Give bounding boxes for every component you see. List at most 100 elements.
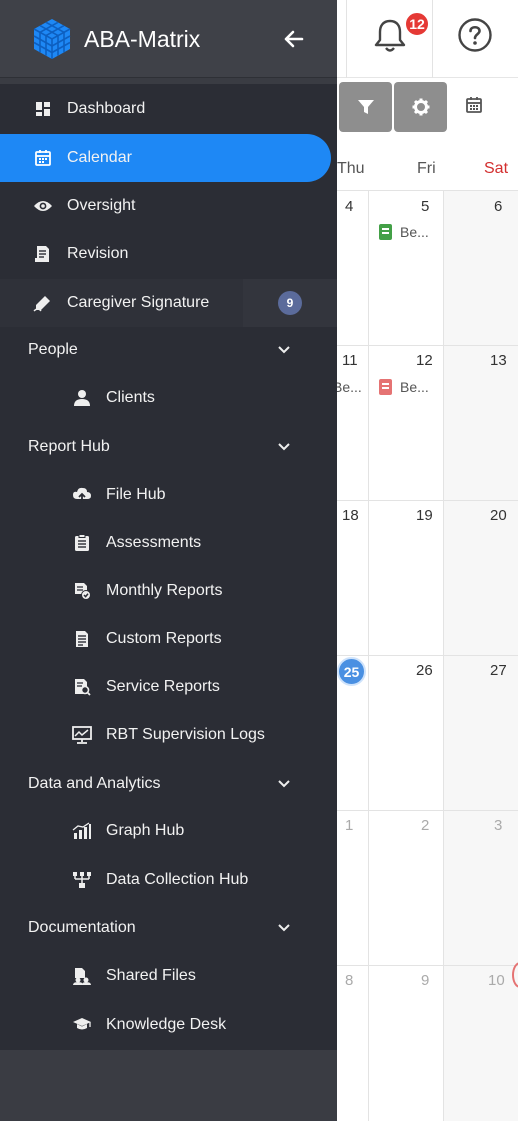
sidebar-item-label: Dashboard <box>67 100 146 117</box>
sidebar-item-service-reports[interactable]: Service Reports <box>0 663 337 711</box>
sidebar-item-label: Calendar <box>67 149 132 166</box>
day-cell-number[interactable]: 6 <box>494 198 502 215</box>
sidebar-item-label: Shared Files <box>106 967 196 984</box>
sidebar-item-data-collection-hub[interactable]: Data Collection Hub <box>0 856 337 904</box>
event-title: Be... <box>333 379 362 395</box>
sidebar-item-rbt-supervision-logs[interactable]: RBT Supervision Logs <box>0 711 337 759</box>
calendar-event[interactable]: Be... <box>333 379 362 395</box>
sidebar-item-custom-reports[interactable]: Custom Reports <box>0 615 337 663</box>
document-edit-icon <box>33 244 53 264</box>
day-cell-number[interactable]: 3 <box>494 817 502 834</box>
sidebar-item-label: Monthly Reports <box>106 582 223 599</box>
app-title: ABA-Matrix <box>84 26 201 52</box>
chevron-down-icon <box>278 443 290 451</box>
sidebar-item-graph-hub[interactable]: Graph Hub <box>0 807 337 855</box>
today-marker[interactable]: 25 <box>337 657 366 686</box>
calendar-event[interactable]: Be... <box>379 379 429 395</box>
sidebar-item-label: RBT Supervision Logs <box>106 726 265 743</box>
grid-line <box>337 810 518 811</box>
chevron-down-icon <box>278 924 290 932</box>
chevron-down-icon <box>278 346 290 354</box>
group-label: Documentation <box>28 919 136 936</box>
day-cell-number[interactable]: 20 <box>490 507 507 524</box>
day-cell-number[interactable]: 9 <box>421 972 429 989</box>
sidebar-group-documentation[interactable]: Documentation <box>0 904 337 952</box>
event-title: Be... <box>400 379 429 395</box>
divider <box>346 0 347 78</box>
calendar-icon <box>33 148 53 168</box>
sidebar-item-label: Clients <box>106 389 155 406</box>
day-cell-number[interactable]: 18 <box>342 507 359 524</box>
divider <box>432 0 433 78</box>
document-icon <box>72 629 92 649</box>
report-search-icon <box>72 677 92 697</box>
collapse-sidebar-arrow-icon[interactable] <box>281 27 305 51</box>
weekday-thu: Thu <box>337 160 365 177</box>
event-icon <box>379 224 392 240</box>
day-cell-number[interactable]: 11 <box>342 352 358 369</box>
count-badge: 9 <box>278 291 302 315</box>
grid-line <box>337 655 518 656</box>
weekday-fri: Fri <box>417 160 436 177</box>
settings-button[interactable] <box>394 82 447 132</box>
event-icon <box>379 379 392 395</box>
day-cell-number[interactable]: 1 <box>345 817 353 834</box>
day-cell-number[interactable]: 10 <box>488 972 505 989</box>
sidebar-item-calendar[interactable]: Calendar <box>0 134 331 182</box>
calendar-toolbar <box>337 80 518 136</box>
day-cell-number[interactable]: 26 <box>416 662 433 679</box>
help-icon[interactable] <box>457 17 493 53</box>
person-icon <box>72 388 92 408</box>
sidebar-item-file-hub[interactable]: File Hub <box>0 471 337 519</box>
sidebar-item-label: Service Reports <box>106 678 220 695</box>
sidebar-item-label: Data Collection Hub <box>106 871 249 888</box>
calendar-event[interactable]: Be... <box>379 224 429 240</box>
weekday-sat: Sat <box>484 160 509 177</box>
sidebar-item-shared-files[interactable]: Shared Files <box>0 952 337 1000</box>
day-cell-number[interactable]: 5 <box>421 198 429 215</box>
sidebar-item-knowledge-desk[interactable]: Knowledge Desk <box>0 1001 337 1049</box>
sidebar-item-caregiver-signature[interactable]: Caregiver Signature 9 <box>0 279 337 327</box>
notification-badge: 12 <box>404 11 430 37</box>
clipboard-icon <box>72 533 92 553</box>
sidebar-item-label: Caregiver Signature <box>67 294 210 311</box>
sidebar-item-revision[interactable]: Revision <box>0 230 337 278</box>
grid-line <box>337 345 518 346</box>
group-label: People <box>28 341 78 358</box>
shared-files-icon <box>72 966 92 986</box>
sidebar-group-data-and-analytics[interactable]: Data and Analytics <box>0 760 337 808</box>
sidebar-item-dashboard[interactable]: Dashboard <box>0 85 337 133</box>
filter-icon <box>357 100 374 114</box>
sidebar-item-label: Oversight <box>67 197 136 214</box>
day-cell-number[interactable]: 12 <box>416 352 433 369</box>
calendar-view-icon[interactable] <box>465 96 483 114</box>
sidebar-item-label: Graph Hub <box>106 822 185 839</box>
day-cell-number[interactable]: 8 <box>345 972 353 989</box>
group-label: Data and Analytics <box>28 775 161 792</box>
sidebar-item-clients[interactable]: Clients <box>0 374 337 422</box>
sidebar-group-people[interactable]: People <box>0 326 337 374</box>
filter-button[interactable] <box>339 82 392 132</box>
day-cell-number[interactable]: 2 <box>421 817 429 834</box>
day-cell-number[interactable]: 4 <box>345 198 353 215</box>
sidebar: ABA-Matrix Dashboard Calendar Oversight … <box>0 0 337 1121</box>
monitor-chart-icon <box>72 725 92 745</box>
gear-icon <box>412 98 429 116</box>
graduation-cap-icon <box>72 1015 92 1035</box>
network-icon <box>72 870 92 890</box>
sidebar-item-label: Revision <box>67 245 129 262</box>
dashboard-icon <box>33 99 53 119</box>
sidebar-item-assessments[interactable]: Assessments <box>0 519 337 567</box>
day-cell-number[interactable]: 13 <box>490 352 507 369</box>
day-cell-number[interactable]: 27 <box>490 662 507 679</box>
group-label: Report Hub <box>28 438 110 455</box>
bar-chart-icon <box>72 821 92 841</box>
sidebar-item-label: Knowledge Desk <box>106 1016 227 1033</box>
report-check-icon <box>72 581 92 601</box>
sidebar-item-oversight[interactable]: Oversight <box>0 182 337 230</box>
chevron-down-icon <box>278 780 290 788</box>
sidebar-group-report-hub[interactable]: Report Hub <box>0 423 337 471</box>
event-title: Be... <box>400 224 429 240</box>
day-cell-number[interactable]: 19 <box>416 507 433 524</box>
sidebar-item-monthly-reports[interactable]: Monthly Reports <box>0 567 337 615</box>
